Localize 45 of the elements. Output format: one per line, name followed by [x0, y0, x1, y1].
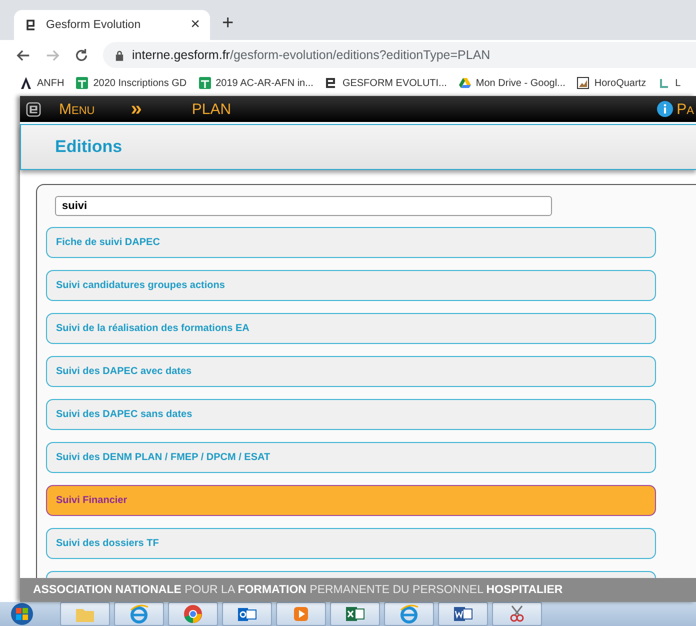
swirl-icon	[658, 77, 670, 89]
close-tab-button[interactable]: ×	[190, 16, 200, 34]
section-title: PLAN	[192, 100, 232, 118]
bookmark[interactable]: GESFORM EVOLUTI...	[325, 77, 447, 89]
spreadsheet-icon	[345, 604, 365, 624]
g-logo-icon	[325, 77, 338, 89]
taskbar-button[interactable]	[330, 602, 380, 626]
browser-e-icon	[129, 604, 149, 624]
bookmark[interactable]: 2020 Inscriptions GD	[76, 77, 187, 89]
spreadsheet-icon	[198, 77, 211, 89]
lock-icon	[115, 50, 124, 60]
url-text: interne.gesform.fr/gesform-evolution/editions?editionType=PLAN	[132, 48, 490, 62]
image-icon	[577, 77, 590, 89]
browser-e-icon	[399, 604, 419, 624]
bookmark[interactable]: ANFH	[20, 77, 64, 89]
play-icon	[291, 604, 311, 624]
list-item[interactable]: Suivi Financier	[46, 485, 656, 516]
document-icon	[453, 604, 473, 624]
address-bar[interactable]: interne.gesform.fr/gesform-evolution/editions?editionType=PLAN	[103, 42, 696, 68]
triangle-logo-icon	[458, 77, 471, 89]
taskbar-button[interactable]	[438, 602, 488, 626]
info-icon	[656, 101, 673, 117]
bookmark[interactable]: L	[658, 77, 681, 89]
taskbar-button[interactable]	[168, 602, 218, 626]
g-logo-icon	[26, 102, 41, 116]
spreadsheet-icon	[76, 77, 88, 89]
taskbar-button[interactable]	[222, 602, 272, 626]
params-link[interactable]: Pa	[676, 100, 694, 118]
page-title: Editions	[55, 137, 122, 157]
footer-banner: ASSOCIATION NATIONALE POUR LA FORMATION PERMANENTE DU PERSONNEL HOSPITALIER	[20, 578, 696, 602]
browser-tab[interactable]: Gesform Evolution ×	[14, 10, 210, 40]
bookmark[interactable]: 2019 AC-AR-AFN in...	[198, 77, 314, 89]
new-tab-button[interactable]: +	[222, 6, 234, 34]
letter-a-logo-icon	[20, 77, 32, 89]
bookmark[interactable]: Mon Drive - Googl...	[458, 77, 566, 89]
breadcrumb-separator: »	[130, 99, 142, 119]
chrome-icon	[183, 604, 203, 624]
search-field[interactable]: suivi	[55, 196, 552, 216]
bookmark[interactable]: HoroQuartz	[577, 77, 646, 89]
taskbar-button[interactable]	[492, 602, 542, 626]
back-button[interactable]	[16, 48, 31, 62]
start-button[interactable]	[10, 602, 34, 626]
tab-title: Gesform Evolution	[46, 19, 142, 31]
reload-button[interactable]	[74, 48, 89, 62]
menu-link[interactable]: Menu	[59, 100, 95, 118]
